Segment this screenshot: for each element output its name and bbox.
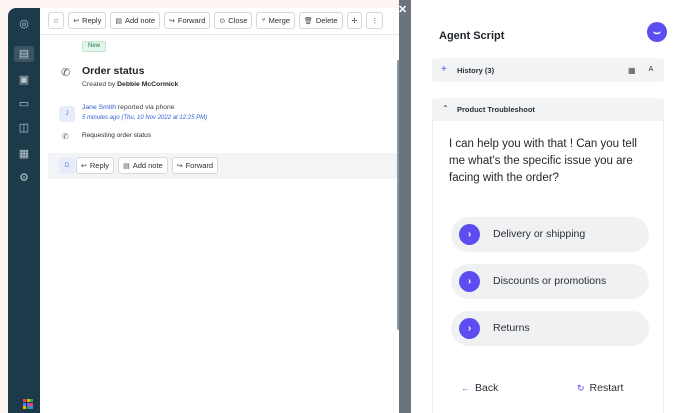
apps-grid-icon[interactable]	[23, 399, 33, 409]
add-note-label: Add note	[124, 16, 155, 25]
close-button[interactable]: ⊙ Close	[214, 12, 253, 29]
back-button[interactable]: ← Back	[461, 382, 498, 394]
forward-label: Forward	[185, 161, 214, 170]
reporter-line: Jane Smith reported via phone	[82, 104, 175, 111]
star-icon: ☆	[53, 17, 60, 25]
text-view-button[interactable]: A	[644, 64, 658, 76]
agent-script-panel: Agent Script ⌣ + History (3) ▦ A ⌃ Produ…	[411, 0, 694, 413]
phone-small-icon: ✆	[62, 132, 69, 141]
restart-label: Restart	[589, 382, 624, 394]
pin-icon: ✢	[351, 17, 358, 25]
ticket-title: Order status	[82, 65, 145, 77]
script-question: I can help you with that ! Can you tell …	[449, 138, 637, 184]
tickets-icon[interactable]: ▤	[14, 46, 34, 62]
add-note-label: Add note	[132, 161, 163, 170]
library-icon[interactable]: ◫	[16, 120, 32, 136]
dashboard-icon[interactable]: ◎	[16, 16, 32, 32]
merge-label: Merge	[268, 16, 290, 25]
reply-button[interactable]: ↩ Reply	[68, 12, 107, 29]
option-label: Returns	[493, 322, 530, 334]
reply-button[interactable]: ↩ Reply	[76, 157, 115, 174]
delete-button[interactable]: 🗑 Delete	[298, 12, 343, 29]
panel-title: Agent Script	[439, 30, 505, 42]
delete-label: Delete	[315, 16, 338, 25]
forward-button[interactable]: ↪ Forward	[164, 12, 211, 29]
plus-icon: +	[441, 64, 447, 75]
option-label: Discounts or promotions	[493, 275, 607, 287]
add-note-button[interactable]: ▤ Add note	[110, 12, 160, 29]
app-window: ◎ ▤ ▣ ▭ ◫ ▦ ⚙ ☆ ↩ Reply ▤ Add note ↪ Forwar…	[0, 0, 694, 413]
option-button[interactable]: › Discounts or promotions	[451, 264, 649, 299]
reply-icon: ↩	[73, 17, 80, 25]
star-button[interactable]: ☆	[48, 12, 65, 29]
forward-icon: ↪	[169, 17, 175, 25]
request-text: Requesting order status	[82, 132, 152, 139]
chevron-right-icon: ›	[459, 318, 480, 339]
merge-icon: ⑂	[261, 17, 266, 24]
history-label: History (3)	[457, 66, 495, 75]
close-label: Close	[228, 16, 248, 25]
toolbar-divider	[40, 34, 399, 35]
ticket-toolbar: ☆ ↩ Reply ▤ Add note ↪ Forward ⊙ Close ⑂ Merg…	[48, 12, 384, 30]
option-label: Delivery or shipping	[493, 228, 586, 240]
creator-name: Debbie McCormick	[117, 81, 179, 88]
reports-icon[interactable]: ▦	[16, 146, 32, 162]
option-button[interactable]: › Returns	[451, 311, 649, 346]
restart-icon: ↻	[577, 383, 585, 393]
back-label: Back	[475, 382, 499, 394]
trash-icon: 🗑	[303, 17, 313, 25]
close-icon[interactable]: ✕	[398, 3, 407, 16]
chevron-right-icon: ›	[459, 271, 480, 292]
section-header[interactable]: ⌃ Product Troubleshoot	[432, 98, 664, 121]
reporter-name[interactable]: Jane Smith	[82, 104, 116, 111]
check-circle-icon: ⊙	[219, 17, 226, 25]
reporter-suffix: reported via phone	[117, 104, 175, 111]
forward-icon: ↪	[176, 162, 183, 170]
restart-button[interactable]: ↻ Restart	[577, 382, 623, 394]
reported-time: 5 minutes ago (Thu, 10 Nov 2022 at 12:25…	[82, 115, 208, 121]
reply-label: Reply	[89, 161, 110, 170]
add-note-button[interactable]: ▤ Add note	[118, 157, 168, 174]
note-icon: ▤	[123, 162, 130, 170]
created-prefix: Created by	[82, 81, 116, 88]
pin-button[interactable]: ✢	[346, 12, 363, 29]
contacts-icon[interactable]: ▣	[16, 72, 32, 88]
created-by: Created by Debbie McCormick	[82, 81, 178, 88]
chevron-right-icon: ›	[459, 224, 480, 245]
history-section[interactable]: + History (3) ▦ A	[432, 58, 664, 82]
table-view-icon[interactable]: ▦	[628, 66, 636, 75]
overlay-backdrop	[399, 0, 411, 413]
more-icon: ⋮	[371, 17, 379, 25]
monitor-icon[interactable]: ▭	[16, 96, 32, 112]
status-badge: New	[82, 41, 107, 52]
reply-icon: ↩	[81, 162, 87, 170]
avatar: J	[59, 106, 75, 122]
ticket-pane: ☆ ↩ Reply ▤ Add note ↪ Forward ⊙ Close ⑂ Merg…	[40, 8, 399, 413]
arrow-left-icon: ←	[461, 383, 470, 393]
section-label: Product Troubleshoot	[457, 105, 535, 114]
reply-label: Reply	[82, 16, 102, 25]
forward-button[interactable]: ↪ Forward	[171, 157, 219, 174]
phone-icon: ✆	[61, 67, 71, 79]
note-icon: ▤	[115, 17, 122, 25]
option-button[interactable]: › Delivery or shipping	[451, 217, 649, 252]
more-button[interactable]: ⋮	[366, 12, 384, 29]
main-nav: ◎ ▤ ▣ ▭ ◫ ▦ ⚙	[8, 8, 40, 413]
merge-button[interactable]: ⑂ Merge	[256, 12, 295, 29]
avatar: D	[59, 158, 75, 174]
reply-actions: ↩ Reply ▤ Add note ↪ Forward	[76, 157, 219, 174]
chevron-up-icon: ⌃	[442, 104, 449, 113]
forward-label: Forward	[177, 16, 206, 25]
bot-logo-icon: ⌣	[647, 22, 667, 42]
settings-icon[interactable]: ⚙	[16, 170, 32, 186]
